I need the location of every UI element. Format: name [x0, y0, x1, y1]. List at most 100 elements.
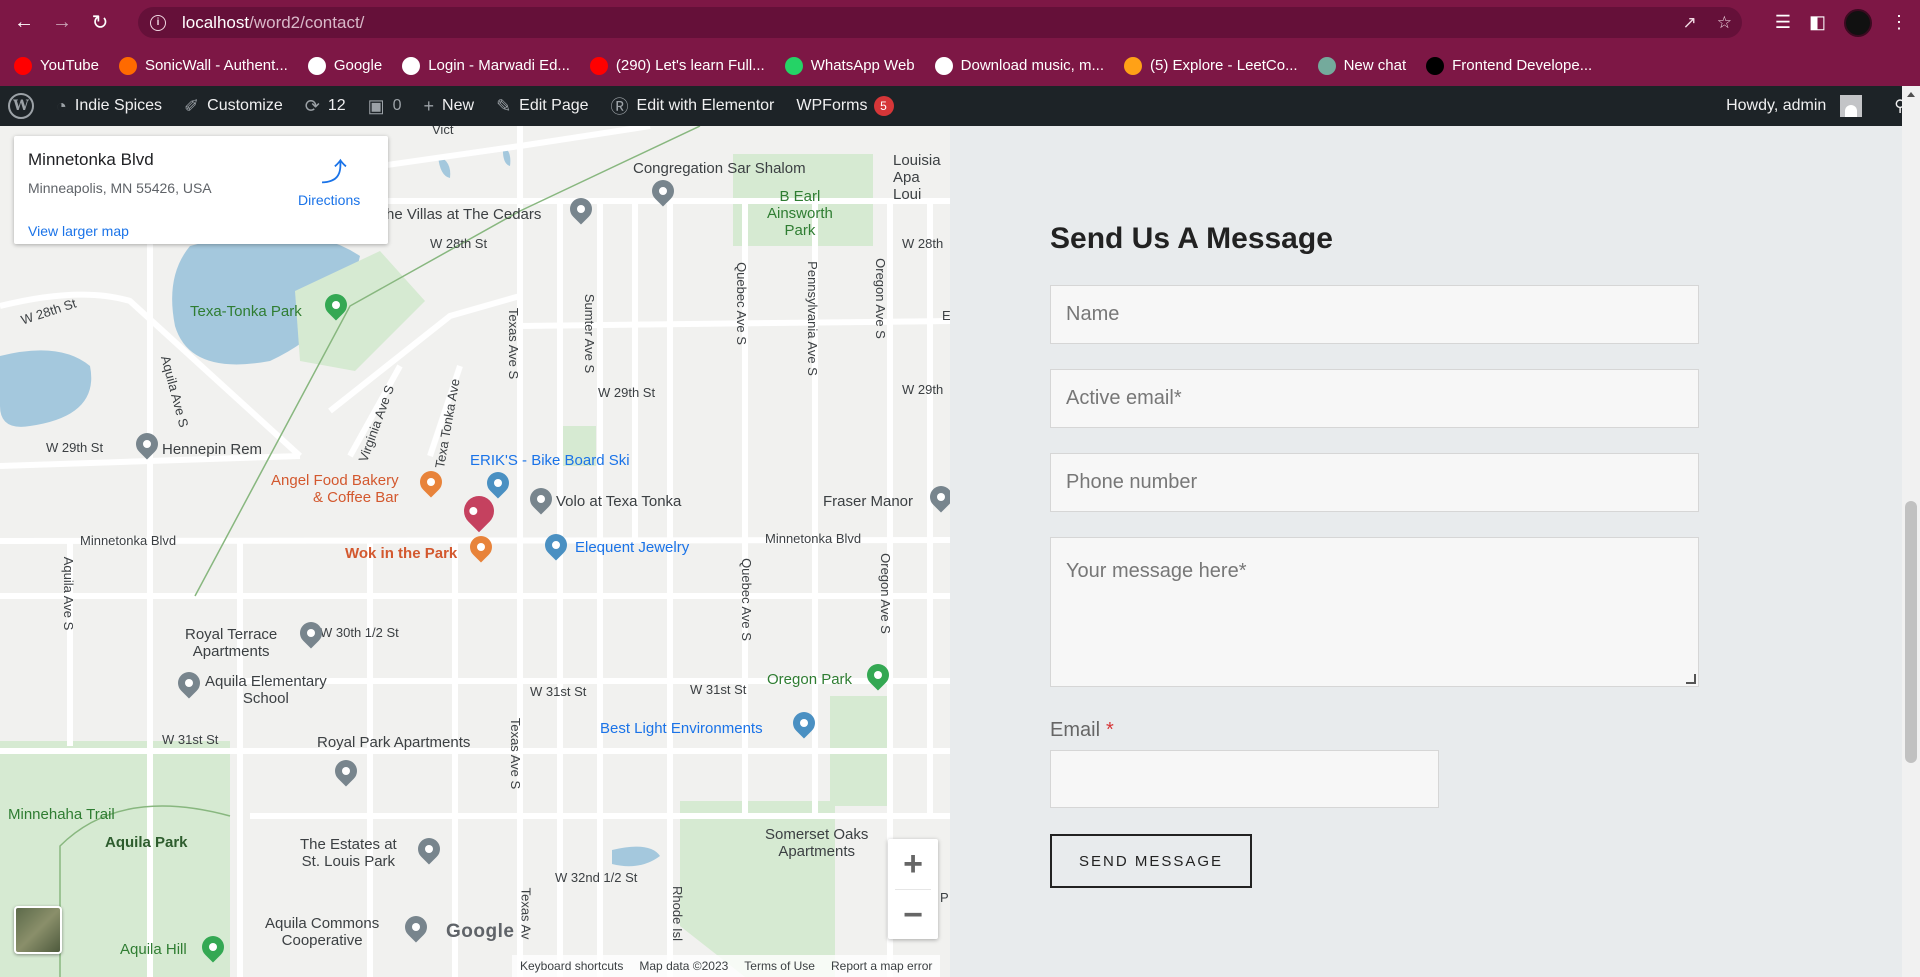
- bookmark-label: (290) Let's learn Full...: [615, 57, 765, 74]
- comments-link[interactable]: ▣ 0: [368, 96, 402, 117]
- scrollbar-thumb[interactable]: [1905, 501, 1917, 763]
- side-panel-icon[interactable]: ◧: [1809, 12, 1826, 33]
- sonicwall-icon: [118, 56, 137, 75]
- place-label: Aquila Commons Cooperative: [265, 915, 380, 949]
- share-icon[interactable]: ↗: [1683, 13, 1697, 33]
- zoom-in-button[interactable]: +: [888, 839, 938, 889]
- resize-handle-icon[interactable]: [1686, 674, 1696, 684]
- elementor-link[interactable]: Ⓡ Edit with Elementor: [611, 93, 775, 119]
- bookmark-item[interactable]: Frontend Develope...: [1426, 56, 1593, 75]
- street-label: W 29th: [902, 382, 944, 397]
- street-label: W 30th 1/2 St: [320, 625, 399, 640]
- place-label: Royal Park Apartments: [317, 734, 471, 751]
- updates-link[interactable]: ⟳ 12: [305, 96, 346, 117]
- bookmark-item[interactable]: New chat: [1317, 56, 1407, 75]
- street-label: Minnetonka Blvd: [80, 533, 177, 548]
- bookmark-item[interactable]: Login - Marwadi Ed...: [402, 56, 570, 75]
- message-textarea[interactable]: Your message here*: [1050, 537, 1699, 687]
- youtube-icon: [589, 56, 608, 75]
- elementor-icon: Ⓡ: [610, 97, 629, 117]
- email-label: Email *: [1050, 719, 1114, 741]
- google-icon: [307, 56, 326, 75]
- keyboard-shortcuts-link[interactable]: Keyboard shortcuts: [520, 959, 623, 973]
- howdy-link[interactable]: Howdy, admin: [1726, 97, 1826, 115]
- street-label: Quebec Ave S: [738, 558, 754, 641]
- street-label: P: [940, 890, 949, 905]
- place-label: Aquila Elementary School: [205, 673, 327, 707]
- terms-link[interactable]: Terms of Use: [744, 959, 815, 973]
- bookmark-label: New chat: [1343, 57, 1407, 74]
- bookmark-item[interactable]: (5) Explore - LeetCo...: [1124, 56, 1298, 75]
- address-bar[interactable]: i localhost/word2/contact/ ↗ ☆: [138, 7, 1742, 38]
- download-icon: [934, 56, 953, 75]
- directions-link[interactable]: Directions: [298, 192, 360, 208]
- menu-icon[interactable]: ⋮: [1890, 12, 1908, 33]
- place-label: Minnehaha Trail: [8, 806, 115, 823]
- bookmark-item[interactable]: SonicWall - Authent...: [118, 56, 288, 75]
- street-label: E: [942, 308, 950, 323]
- place-info-card: Minnetonka Blvd Minneapolis, MN 55426, U…: [14, 136, 388, 244]
- back-icon[interactable]: ←: [10, 9, 38, 37]
- view-larger-map-link[interactable]: View larger map: [28, 223, 129, 239]
- wordpress-logo-icon[interactable]: W: [8, 93, 34, 119]
- bookmark-item[interactable]: (290) Let's learn Full...: [589, 56, 765, 75]
- place-label: ERIK'S - Bike Board Ski: [470, 452, 630, 469]
- bookmark-star-icon[interactable]: ☆: [1717, 13, 1732, 33]
- street-label: Texas Ave S: [508, 717, 524, 790]
- reading-list-icon[interactable]: ☰: [1775, 12, 1791, 33]
- phone-input[interactable]: Phone number: [1050, 453, 1699, 512]
- edit-page-link[interactable]: ✎ Edit Page: [496, 96, 588, 117]
- bookmark-label: Download music, m...: [960, 57, 1105, 74]
- google-map[interactable]: W 28th St W 28th St W 28th W 29th St W 2…: [0, 126, 950, 977]
- street-label: W 29th St: [46, 440, 104, 455]
- bookmarks-bar: YouTube SonicWall - Authent... Google Login…: [0, 45, 1920, 86]
- bookmark-item[interactable]: Google: [307, 56, 382, 75]
- new-content-link[interactable]: + New: [424, 96, 475, 117]
- wpforms-link[interactable]: WPForms 5: [796, 96, 894, 116]
- bookmark-label: Login - Marwadi Ed...: [428, 57, 570, 74]
- place-label: Aquila Park: [105, 834, 188, 851]
- report-error-link[interactable]: Report a map error: [831, 959, 932, 973]
- user-avatar[interactable]: [1840, 95, 1863, 117]
- street-label: Minnetonka Blvd: [765, 531, 862, 546]
- forward-icon[interactable]: →: [48, 9, 76, 37]
- place-label: Oregon Park: [767, 671, 853, 688]
- street-label: Oregon Ave S: [872, 258, 888, 339]
- customize-link[interactable]: ✐ Customize: [184, 96, 283, 117]
- place-label: Elequent Jewelry: [575, 539, 690, 556]
- google-logo: Google: [446, 921, 515, 942]
- directions-icon[interactable]: ⤴: [320, 158, 348, 186]
- place-label: he Villas at The Cedars: [386, 206, 542, 223]
- email-field[interactable]: [1050, 750, 1439, 808]
- youtube-icon: [14, 56, 32, 75]
- street-label: W 28th St: [430, 236, 488, 251]
- zoom-out-button[interactable]: −: [888, 890, 938, 940]
- bookmark-label: Frontend Develope...: [1452, 57, 1593, 74]
- site-info-icon[interactable]: i: [150, 14, 166, 31]
- reload-icon[interactable]: ↻: [86, 9, 114, 37]
- updates-icon: ⟳: [304, 95, 320, 116]
- profile-avatar[interactable]: [1844, 8, 1872, 37]
- site-name-link[interactable]: ◔ Indie Spices: [56, 96, 162, 117]
- place-label: Wok in the Park: [345, 545, 458, 562]
- dashboard-icon: ◔: [56, 95, 67, 116]
- page-scrollbar[interactable]: [1902, 86, 1920, 977]
- street-label: Texas Av: [518, 887, 534, 940]
- bookmark-label: WhatsApp Web: [810, 57, 915, 74]
- send-message-button[interactable]: SEND MESSAGE: [1050, 834, 1252, 888]
- place-label: Best Light Environments: [600, 720, 763, 737]
- place-label: Royal Terrace Apartments: [185, 626, 278, 660]
- place-label: B Earl Ainsworth Park: [767, 188, 833, 239]
- bookmark-item[interactable]: Download music, m...: [934, 56, 1105, 75]
- bookmark-item[interactable]: YouTube: [14, 56, 99, 75]
- email-input[interactable]: Active email*: [1050, 369, 1699, 428]
- place-title: Minnetonka Blvd: [28, 150, 154, 169]
- plus-icon: +: [423, 95, 435, 116]
- satellite-toggle[interactable]: [14, 906, 62, 954]
- place-address: Minneapolis, MN 55426, USA: [28, 180, 212, 196]
- leetcode-icon: [1124, 56, 1143, 75]
- place-label: Texa-Tonka Park: [190, 303, 302, 320]
- url-text: localhost/word2/contact/: [182, 12, 365, 32]
- bookmark-item[interactable]: WhatsApp Web: [784, 56, 915, 75]
- name-input[interactable]: Name: [1050, 285, 1699, 344]
